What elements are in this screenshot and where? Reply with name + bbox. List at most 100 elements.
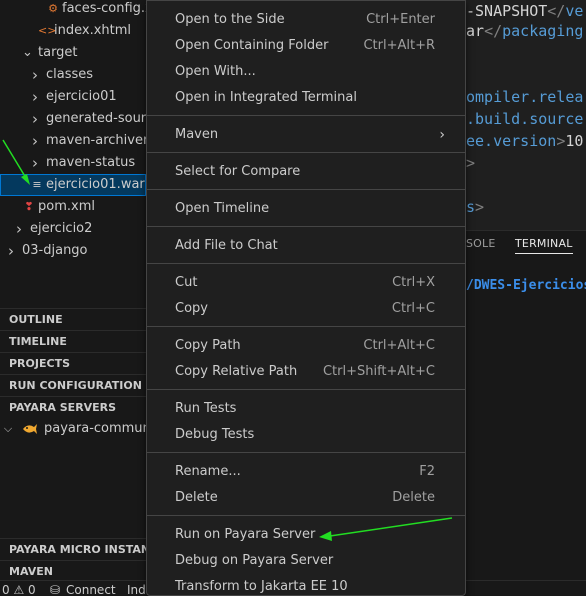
menu-item-open-in-integrated-terminal[interactable]: Open in Integrated Terminal bbox=[151, 85, 461, 111]
menu-item-select-for-compare[interactable]: Select for Compare bbox=[151, 159, 461, 185]
tree-item-generated-sources[interactable]: › generated-sources bbox=[0, 108, 168, 130]
code-token: ee.version bbox=[466, 132, 557, 150]
menu-item-label: Debug Tests bbox=[175, 427, 255, 442]
code-line: > bbox=[466, 152, 475, 174]
menu-separator bbox=[147, 452, 465, 453]
menu-item-label: Delete bbox=[175, 490, 218, 505]
chevron-right-icon[interactable]: › bbox=[30, 64, 40, 86]
tree-item-ejercicio01-war[interactable]: ≡ ejercicio01.war bbox=[0, 174, 146, 196]
menu-item-open-with[interactable]: Open With... bbox=[151, 59, 461, 85]
chevron-right-icon[interactable]: › bbox=[30, 86, 40, 108]
code-token: ar bbox=[466, 22, 485, 40]
chevron-down-icon[interactable]: ⌄ bbox=[22, 42, 33, 64]
chevron-right-icon[interactable]: › bbox=[6, 240, 16, 262]
menu-item-label: Transform to Jakarta EE 10 bbox=[175, 579, 348, 594]
code-token: ve bbox=[565, 2, 584, 20]
menu-separator bbox=[147, 326, 465, 327]
menu-item-label: Copy Relative Path bbox=[175, 364, 298, 379]
menu-item-add-file-to-chat[interactable]: Add File to Chat bbox=[151, 233, 461, 259]
menu-item-debug-on-payara-server[interactable]: Debug on Payara Server bbox=[151, 548, 461, 574]
menu-separator bbox=[147, 389, 465, 390]
code-editor[interactable]: -SNAPSHOT</ve ar</packaging ompiler.relea.… bbox=[466, 0, 586, 230]
tree-item-pom-xml[interactable]: ❣ pom.xml bbox=[0, 196, 146, 218]
menu-separator bbox=[147, 226, 465, 227]
menu-item-label: Select for Compare bbox=[175, 164, 301, 179]
code-file-icon: <> bbox=[38, 24, 57, 37]
tree-item-faces-config[interactable]: ⚙ faces-config.xml bbox=[0, 0, 169, 20]
menu-item-open-to-the-side[interactable]: Open to the Side Ctrl+Enter bbox=[151, 7, 461, 33]
menu-separator bbox=[147, 152, 465, 153]
chevron-down-icon: ⌵ bbox=[3, 422, 13, 435]
tree-item-maven-status[interactable]: › maven-status bbox=[0, 152, 146, 174]
menu-separator bbox=[147, 115, 465, 116]
menu-separator bbox=[147, 189, 465, 190]
tree-item-ejercicio01[interactable]: › ejercicio01 bbox=[0, 86, 146, 108]
menu-item-run-on-payara-server[interactable]: Run on Payara Server bbox=[151, 522, 461, 548]
code-token: > bbox=[466, 154, 476, 172]
menu-item-label: Run Tests bbox=[175, 401, 237, 416]
status-extra[interactable]: Ind bbox=[127, 581, 146, 596]
menu-item-label: Copy Path bbox=[175, 338, 241, 353]
problems-indicator[interactable]: 0 ⚠ 0 bbox=[2, 581, 36, 596]
chevron-right-icon[interactable]: › bbox=[30, 152, 40, 174]
section-run-configuration[interactable]: RUN CONFIGURATION bbox=[0, 374, 146, 396]
tree-item-maven-archiver[interactable]: › maven-archiver bbox=[0, 130, 149, 152]
menu-item-label: Open Timeline bbox=[175, 201, 270, 216]
section-timeline[interactable]: TIMELINE bbox=[0, 330, 146, 352]
tree-item-ejercicio2[interactable]: › ejercicio2 bbox=[0, 218, 146, 240]
menu-item-shortcut: Ctrl+Alt+C bbox=[363, 338, 435, 353]
tab-terminal[interactable]: TERMINAL bbox=[515, 237, 573, 254]
menu-item-shortcut: Ctrl+Shift+Alt+C bbox=[322, 364, 435, 379]
tree-item-target[interactable]: ⌄ target bbox=[0, 42, 146, 64]
menu-item-open-containing-folder[interactable]: Open Containing Folder Ctrl+Alt+R bbox=[151, 33, 461, 59]
menu-item-copy[interactable]: Copy Ctrl+C bbox=[151, 296, 461, 322]
terminal-path-text: /DWES-Ejercicios bbox=[466, 278, 586, 293]
menu-item-cut[interactable]: Cut Ctrl+X bbox=[151, 270, 461, 296]
code-line: .build.source bbox=[466, 108, 583, 130]
connect-button[interactable]: Connect bbox=[66, 581, 116, 596]
menu-item-label: Open in Integrated Terminal bbox=[175, 90, 357, 105]
tree-item-classes[interactable]: › classes bbox=[0, 64, 146, 86]
code-token: 10 bbox=[565, 132, 584, 150]
menu-item-rename[interactable]: Rename... F2 bbox=[151, 459, 461, 485]
section-payara-servers[interactable]: PAYARA SERVERS bbox=[0, 396, 146, 418]
section-outline[interactable]: OUTLINE bbox=[0, 308, 146, 330]
chevron-right-icon[interactable]: › bbox=[30, 130, 40, 152]
section-maven[interactable]: MAVEN bbox=[0, 560, 146, 582]
menu-item-label: Open With... bbox=[175, 64, 256, 79]
menu-item-label: Debug on Payara Server bbox=[175, 553, 334, 568]
section-payara-micro[interactable]: PAYARA MICRO INSTANCES bbox=[0, 538, 146, 560]
chevron-right-icon[interactable]: › bbox=[30, 108, 40, 130]
menu-item-debug-tests[interactable]: Debug Tests bbox=[151, 422, 461, 448]
menu-item-run-tests[interactable]: Run Tests bbox=[151, 396, 461, 422]
explorer-panel: ⚙ faces-config.xml <> index.xhtml ⌄ target › cl… bbox=[0, 0, 169, 596]
menu-item-shortcut: Ctrl+C bbox=[391, 301, 435, 316]
menu-item-shortcut: Ctrl+X bbox=[392, 275, 435, 290]
section-projects-label: PROJECTS bbox=[9, 357, 70, 370]
tree-item-label: target bbox=[38, 45, 78, 60]
menu-item-delete[interactable]: Delete Delete bbox=[151, 485, 461, 511]
payara-server-item[interactable]: ⌵ payara-community bbox=[0, 418, 167, 440]
tree-item-label: maven-archiver bbox=[46, 133, 149, 148]
tree-item-label: classes bbox=[46, 67, 94, 82]
section-projects[interactable]: PROJECTS bbox=[0, 352, 146, 374]
menu-item-maven[interactable]: Maven › bbox=[151, 122, 461, 148]
menu-item-label: Run on Payara Server bbox=[175, 527, 316, 542]
chevron-right-icon[interactable]: › bbox=[14, 218, 24, 240]
menu-item-open-timeline[interactable]: Open Timeline bbox=[151, 196, 461, 222]
xml-file-icon: ⚙ bbox=[48, 2, 58, 15]
menu-item-shortcut: Delete bbox=[392, 490, 435, 505]
tree-item-index-xhtml[interactable]: <> index.xhtml bbox=[0, 20, 146, 42]
menu-item-label: Open Containing Folder bbox=[175, 38, 329, 53]
tree-item-label: pom.xml bbox=[38, 199, 95, 214]
payara-fish-icon bbox=[22, 418, 38, 440]
menu-item-copy-path[interactable]: Copy Path Ctrl+Alt+C bbox=[151, 333, 461, 359]
tab-console[interactable]: SOLE bbox=[466, 237, 496, 250]
menu-separator bbox=[147, 263, 465, 264]
context-menu: Open to the Side Ctrl+Enter Open Containin… bbox=[146, 0, 466, 596]
tree-item-03-django[interactable]: › 03-django bbox=[0, 240, 146, 262]
menu-item-copy-relative-path[interactable]: Copy Relative Path Ctrl+Shift+Alt+C bbox=[151, 359, 461, 385]
code-token: packaging bbox=[502, 22, 584, 40]
code-token: s bbox=[466, 198, 476, 216]
menu-item-transform-to-jakarta-ee-10[interactable]: Transform to Jakarta EE 10 bbox=[151, 574, 461, 595]
